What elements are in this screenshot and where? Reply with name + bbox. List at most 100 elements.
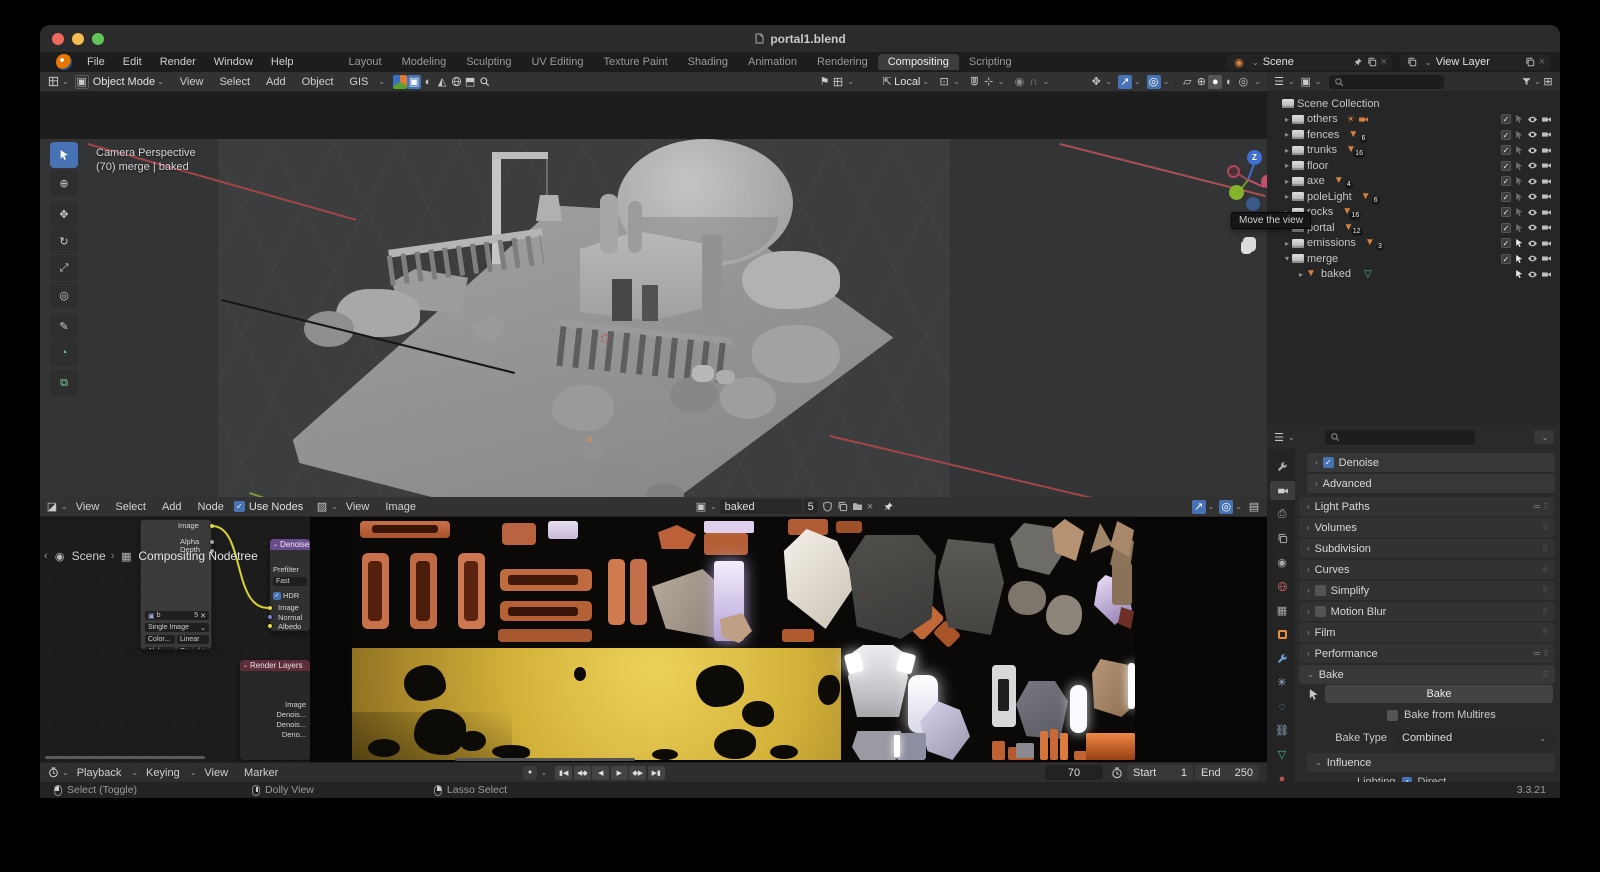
exclude-checkbox[interactable]: ✓ <box>1501 191 1511 202</box>
properties-options-dropdown[interactable]: ⌄ <box>1534 430 1554 444</box>
panel-film[interactable]: › Film ⠿ <box>1299 623 1555 642</box>
gizmos-toggle-icon[interactable]: ↗ <box>1117 74 1132 89</box>
selectable-arrow-icon[interactable] <box>1514 176 1524 186</box>
panel-motion-blur[interactable]: › Motion Blur ⠿ <box>1299 602 1555 621</box>
viewport-search-icon[interactable] <box>477 75 491 89</box>
tab-texture-paint[interactable]: Texture Paint <box>593 54 677 70</box>
overlays-toggle-icon[interactable]: ◎ <box>1146 74 1161 89</box>
disable-render-camera-icon[interactable] <box>1541 207 1552 218</box>
disable-render-camera-icon[interactable] <box>1541 160 1552 171</box>
panel-subdivision[interactable]: › Subdivision ⠿ <box>1299 539 1555 558</box>
gizmo-axis-y[interactable] <box>1229 185 1244 200</box>
delete-scene-icon[interactable]: × <box>1381 56 1387 68</box>
hide-eye-icon[interactable] <box>1527 176 1538 187</box>
render-layers-node[interactable]: ⌄ Render Layers Image Denois... Denois...… <box>240 660 310 760</box>
snap-target-icon[interactable]: ⊹ <box>982 75 996 89</box>
hide-eye-icon[interactable] <box>1527 207 1538 218</box>
selectable-arrow-icon[interactable] <box>1514 145 1524 155</box>
breadcrumb-back-icon[interactable]: ‹ <box>44 550 48 562</box>
image-editor-type-icon[interactable]: ▨ <box>315 500 329 514</box>
exclude-checkbox[interactable]: ✓ <box>1501 114 1511 124</box>
tool-annotate[interactable]: ✎ <box>50 313 78 339</box>
tab-data-icon[interactable]: ▽ <box>1270 745 1294 764</box>
tab-scene-icon[interactable]: ◉ <box>1270 553 1294 572</box>
tab-world-icon[interactable] <box>1270 577 1294 596</box>
menu-window[interactable]: Window <box>205 56 262 68</box>
hide-eye-icon[interactable] <box>1527 253 1538 264</box>
snap-magnet-icon[interactable] <box>968 75 982 89</box>
tab-sculpting[interactable]: Sculpting <box>456 54 521 70</box>
jump-to-start-button[interactable]: ▮◀ <box>555 765 573 780</box>
exclude-checkbox[interactable]: ✓ <box>1501 129 1511 140</box>
gis-basemap-icon[interactable] <box>393 74 408 89</box>
hide-eye-icon[interactable] <box>1527 222 1538 233</box>
tl-menu-keying[interactable]: Keying <box>138 767 188 779</box>
tool-rotate[interactable]: ↻ <box>50 228 78 254</box>
tab-view-layer-icon[interactable] <box>1270 529 1294 548</box>
ie-menu-view[interactable]: View <box>338 501 378 513</box>
outliner-funnel-filter-icon[interactable] <box>1521 76 1532 87</box>
frame-end-field[interactable]: End 250 <box>1195 765 1259 780</box>
bake-button[interactable]: Bake <box>1325 685 1553 703</box>
tl-menu-view[interactable]: View <box>196 767 236 779</box>
pivot-point-icon[interactable]: ⊡ <box>937 75 951 89</box>
copy-view-layer-icon[interactable] <box>1525 57 1535 67</box>
tl-menu-playback[interactable]: Playback <box>69 767 130 779</box>
panel-advanced[interactable]: › Advanced <box>1307 474 1555 493</box>
play-button[interactable]: ▶ <box>610 765 628 780</box>
tool-measure[interactable]: ◔ <box>50 340 78 366</box>
blender-logo-icon[interactable] <box>56 54 72 70</box>
timeline-editor-icon[interactable] <box>46 766 60 780</box>
jump-to-end-button[interactable]: ▶▮ <box>647 765 665 780</box>
image-unlink-icon[interactable]: × <box>867 501 873 513</box>
tab-scripting[interactable]: Scripting <box>959 54 1022 70</box>
shading-material-icon[interactable]: ◐ <box>1222 75 1236 89</box>
image-source-select[interactable]: Single Image ⌄ <box>145 623 209 632</box>
selectable-arrow-icon[interactable] <box>1514 192 1524 202</box>
tab-constraints-icon[interactable]: ⛓ <box>1270 721 1294 740</box>
tool-scale[interactable]: ⤢ <box>50 255 78 281</box>
current-frame-field[interactable]: 70 <box>1045 765 1103 780</box>
denoise-image-socket[interactable] <box>267 605 273 611</box>
xray-toggle-icon[interactable]: ▱ <box>1180 75 1194 89</box>
tab-collection-icon[interactable]: ▦ <box>1270 601 1294 620</box>
disable-render-camera-icon[interactable] <box>1541 114 1552 125</box>
outliner-row-fences[interactable]: ▸ fences ▼ 6 ✓ <box>1273 127 1556 143</box>
outliner-row-axe[interactable]: ▸ axe ▼ 4 ✓ <box>1273 174 1556 189</box>
selectable-arrow-icon[interactable] <box>1514 161 1524 171</box>
image-node-image-socket[interactable] <box>209 523 215 529</box>
selectable-arrow-icon[interactable] <box>1514 269 1524 279</box>
panel-performance[interactable]: › Performance ≔ ⠿ <box>1299 644 1555 663</box>
ne-menu-add[interactable]: Add <box>154 501 190 513</box>
image-editor-hscrollbar[interactable] <box>455 758 635 761</box>
image-copy-icon[interactable] <box>837 501 848 512</box>
exclude-checkbox[interactable]: ✓ <box>1501 145 1511 155</box>
denoise-albedo-socket[interactable] <box>267 623 273 629</box>
tab-output-icon[interactable]: ⎙ <box>1270 505 1294 524</box>
breadcrumb-scene[interactable]: Scene <box>72 549 106 563</box>
outliner-row-merge[interactable]: ▾ merge ✓ <box>1273 251 1556 266</box>
exclude-checkbox[interactable]: ✓ <box>1501 160 1511 171</box>
use-preview-range-clock-icon[interactable] <box>1111 767 1123 779</box>
simplify-checkbox[interactable] <box>1314 585 1326 596</box>
ie-render-slot-icon[interactable]: ▤ <box>1247 500 1261 514</box>
gis-terrain-icon[interactable]: ◭ <box>435 75 449 89</box>
tab-tool-icon[interactable] <box>1270 457 1294 476</box>
ne-menu-view[interactable]: View <box>68 501 108 513</box>
ne-menu-node[interactable]: Node <box>190 501 232 513</box>
gizmo-axis-z-neg[interactable] <box>1246 197 1260 211</box>
panel-influence[interactable]: ⌄ Influence <box>1307 753 1555 772</box>
tab-particles-icon[interactable]: ✳ <box>1270 673 1294 692</box>
hide-eye-icon[interactable] <box>1527 238 1538 249</box>
scene-selector[interactable]: ◉ ⌄ Scene × <box>1227 54 1392 70</box>
annotation-flag-icon[interactable]: ⚑ <box>817 75 831 89</box>
tab-object-icon[interactable] <box>1270 625 1294 644</box>
disable-render-camera-icon[interactable] <box>1541 222 1552 233</box>
tool-move[interactable]: ✥ <box>50 201 78 227</box>
shading-wireframe-icon[interactable]: ⊕ <box>1194 75 1208 89</box>
auto-key-record-button[interactable]: ● <box>523 765 538 780</box>
tab-modifiers-icon[interactable] <box>1270 649 1294 668</box>
view-layer-selector[interactable]: ⌄ View Layer × <box>1400 54 1550 70</box>
vp-menu-add[interactable]: Add <box>258 76 294 88</box>
selectable-arrow-icon[interactable] <box>1514 130 1524 140</box>
